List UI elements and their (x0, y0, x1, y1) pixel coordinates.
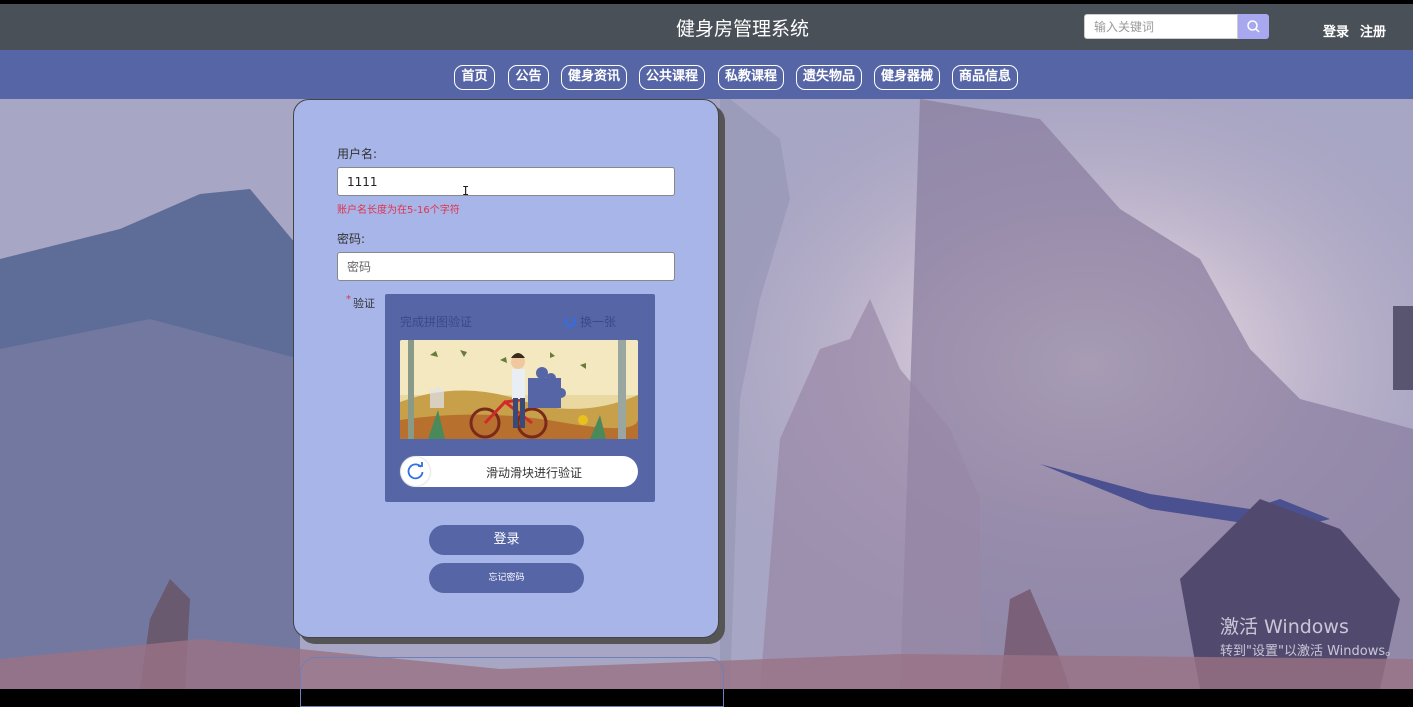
refresh-icon (565, 316, 576, 327)
required-mark: * (346, 294, 351, 305)
search-input[interactable] (1084, 14, 1238, 39)
captcha-title: 完成拼图验证 (400, 315, 473, 329)
slider-instruction: 滑动滑块进行验证 (485, 466, 582, 480)
login-panel: 用户名: 账户名长度为在5-16个字符 密码: * 验证 完成拼图验证 换一张 (293, 99, 719, 638)
captcha-label: 验证 (353, 297, 375, 310)
nav-item-public-courses[interactable]: 公共课程 (639, 65, 705, 90)
captcha-widget: 完成拼图验证 换一张 滑动滑块进行验证 (385, 294, 655, 502)
text-cursor-icon: I (462, 184, 470, 198)
top-bar: 健身房管理系统 登录 注册 (0, 4, 1413, 50)
nav-item-home[interactable]: 首页 (454, 65, 495, 90)
watermark-subtitle: 转到"设置"以激活 Windows。 (1220, 644, 1399, 659)
windows-activation-watermark: 激活 Windows 转到"设置"以激活 Windows。 (1220, 612, 1398, 659)
login-link[interactable]: 登录 (1323, 21, 1349, 40)
nav-item-private-courses[interactable]: 私教课程 (718, 65, 784, 90)
side-tab[interactable] (1393, 306, 1413, 390)
nav-item-announcement[interactable]: 公告 (508, 65, 549, 90)
username-error: 账户名长度为在5-16个字符 (337, 205, 460, 216)
search-button[interactable] (1238, 14, 1269, 39)
captcha-slider-track[interactable]: 滑动滑块进行验证 (400, 456, 638, 487)
watermark-title: 激活 Windows (1220, 616, 1349, 638)
captcha-refresh-button[interactable]: 换一张 (565, 313, 616, 330)
username-input[interactable] (337, 167, 675, 196)
forgot-password-button[interactable]: 忘记密码 (429, 563, 584, 593)
nav-item-fitness-news[interactable]: 健身资讯 (561, 65, 627, 90)
register-link[interactable]: 注册 (1360, 21, 1386, 40)
main-nav: 首页 公告 健身资讯 公共课程 私教课程 遗失物品 健身器械 商品信息 (0, 50, 1413, 99)
captcha-puzzle-image (400, 340, 638, 439)
login-button[interactable]: 登录 (429, 525, 584, 555)
password-input[interactable] (337, 252, 675, 281)
secondary-panel-edge (300, 657, 724, 707)
username-label: 用户名: (337, 147, 378, 161)
nav-item-products[interactable]: 商品信息 (952, 65, 1018, 90)
password-label: 密码: (337, 232, 366, 246)
search-icon (1247, 20, 1260, 33)
nav-item-lost-items[interactable]: 遗失物品 (796, 65, 862, 90)
captcha-refresh-label: 换一张 (580, 315, 617, 329)
nav-item-equipment[interactable]: 健身器械 (874, 65, 940, 90)
